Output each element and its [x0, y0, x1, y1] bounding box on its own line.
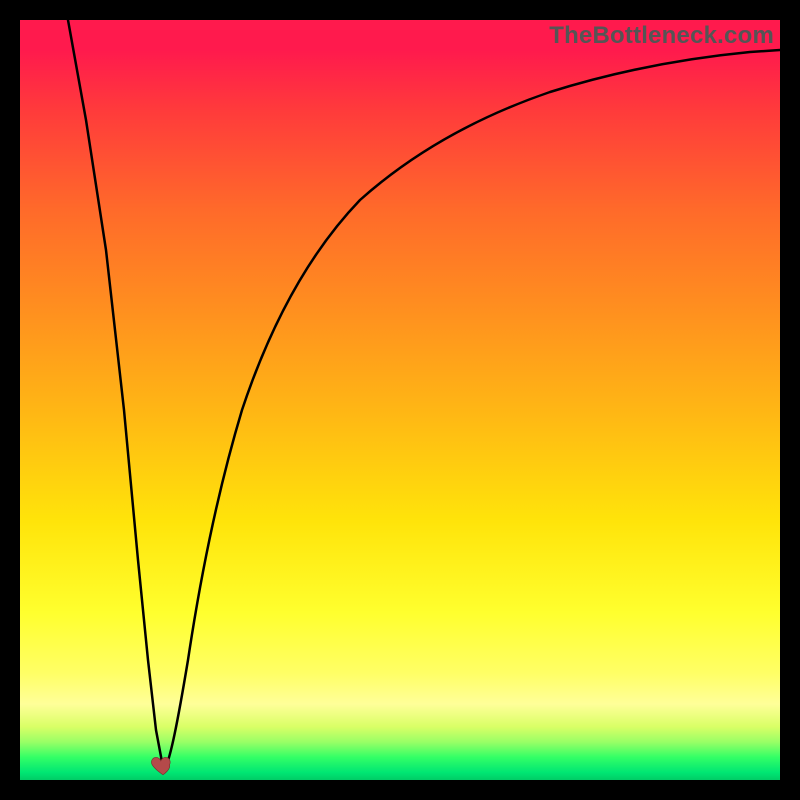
heart-icon	[150, 752, 176, 778]
chart-frame: TheBottleneck.com	[20, 20, 780, 780]
sweet-spot-marker	[150, 752, 176, 778]
severity-gradient	[20, 20, 780, 780]
watermark-text: TheBottleneck.com	[549, 22, 774, 50]
